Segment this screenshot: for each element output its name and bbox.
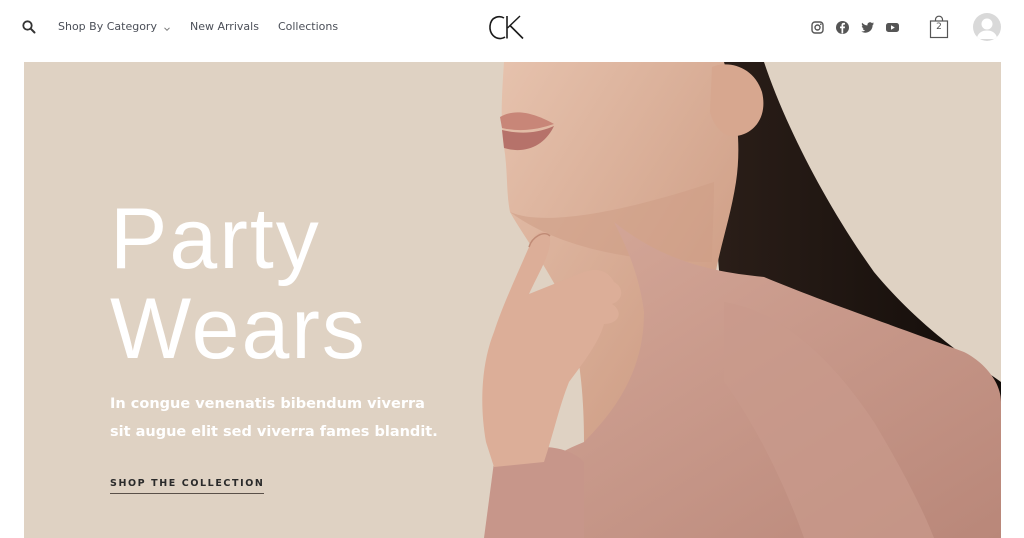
site-header: Shop By Category New Arrivals Collection…	[0, 0, 1024, 62]
cart-count-badge: 2	[936, 22, 942, 32]
nav-item-label: New Arrivals	[189, 20, 259, 33]
nav-item-label: Collections	[277, 20, 339, 33]
hero-title: Party Wears	[110, 194, 367, 374]
facebook-icon[interactable]	[835, 20, 850, 35]
avatar[interactable]	[973, 13, 1001, 41]
twitter-icon[interactable]	[860, 20, 875, 35]
shop-the-collection-link[interactable]: SHOP THE COLLECTION	[110, 478, 265, 494]
hero-banner: Party Wears In congue venenatis bibendum…	[24, 62, 1001, 538]
brand-logo[interactable]	[487, 12, 527, 42]
nav-item-shop-by-category[interactable]: Shop By Category	[58, 20, 171, 33]
main-nav: Shop By Category New Arrivals Collection…	[58, 20, 357, 33]
search-icon[interactable]	[21, 19, 37, 35]
cart-button[interactable]: 2	[929, 15, 949, 39]
hero-title-line-1: Party	[110, 191, 321, 287]
chevron-down-icon	[163, 23, 171, 31]
hero-title-line-2: Wears	[110, 281, 367, 377]
social-links	[810, 20, 910, 35]
hero-subtitle: In congue venenatis bibendum viverra sit…	[110, 396, 438, 440]
youtube-icon[interactable]	[885, 20, 900, 35]
instagram-icon[interactable]	[810, 20, 825, 35]
nav-item-collections[interactable]: Collections	[278, 20, 338, 33]
nav-item-new-arrivals[interactable]: New Arrivals	[190, 20, 259, 33]
nav-item-label: Shop By Category	[58, 20, 157, 33]
